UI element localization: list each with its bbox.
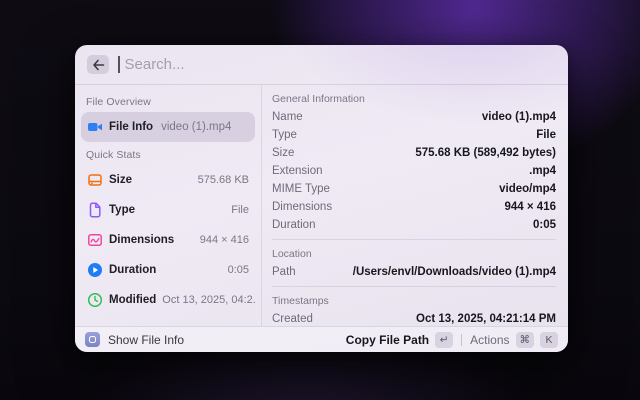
play-circle-icon [87,262,103,278]
sidebar-section-title: File Overview [86,96,251,108]
detail-label: Size [272,147,294,159]
detail-section-title: Location [272,245,556,263]
stat-value: 575.68 KB [198,174,249,186]
detail-row-extension: Extension .mp4 [272,162,556,180]
stat-label: Dimensions [109,234,174,246]
detail-section-title: Timestamps [272,292,556,310]
command-title: Show File Info [108,333,184,347]
detail-value: /Users/envl/Downloads/video (1).mp4 [353,266,556,278]
sidebar-section-title: Quick Stats [86,149,251,161]
footer-divider [461,334,462,346]
actions-button[interactable]: Actions [470,333,509,347]
stat-value: File [231,204,249,216]
cmd-keycap[interactable]: ⌘ [516,332,535,348]
detail-value: video (1).mp4 [482,111,556,123]
search-bar [75,45,568,85]
detail-value: 944 × 416 [505,201,556,213]
sidebar-item-modified[interactable]: Modified Oct 13, 2025, 04:2... [81,285,255,315]
section-divider [272,286,556,287]
detail-row-created: Created Oct 13, 2025, 04:21:14 PM [272,310,556,326]
sidebar-item-size[interactable]: Size 575.68 KB [81,165,255,195]
detail-value: File [536,129,556,141]
sidebar-item-filename: video (1).mp4 [161,121,231,133]
launcher-window: File Overview File Info video (1).mp4 Qu… [75,45,568,352]
stat-value: 0:05 [228,264,249,276]
detail-value: .mp4 [529,165,556,177]
detail-row-name: Name video (1).mp4 [272,108,556,126]
k-keycap[interactable]: K [540,332,558,348]
detail-value: 575.68 KB (589,492 bytes) [415,147,556,159]
detail-row-type: Type File [272,126,556,144]
detail-label: Dimensions [272,201,332,213]
detail-label: Created [272,313,313,325]
extension-icon [85,332,100,347]
detail-value: video/mp4 [499,183,556,195]
footer-actions: Copy File Path ↵ Actions ⌘ K [346,332,558,348]
arrow-left-icon [92,59,105,71]
stat-label: Size [109,174,132,186]
search-input[interactable] [125,56,557,73]
detail-row-size: Size 575.68 KB (589,492 bytes) [272,144,556,162]
detail-row-mime-type: MIME Type video/mp4 [272,180,556,198]
stat-label: Duration [109,264,156,276]
stat-value: 944 × 416 [200,234,249,246]
detail-label: Duration [272,219,315,231]
sidebar-item-label: File Info [109,121,153,133]
stat-label: Type [109,204,135,216]
detail-label: Name [272,111,303,123]
detail-row-dimensions: Dimensions 944 × 416 [272,198,556,216]
copy-file-path-button[interactable]: Copy File Path [346,333,429,347]
sidebar-item-duration[interactable]: Duration 0:05 [81,255,255,285]
stat-value: Oct 13, 2025, 04:2... [162,294,255,306]
sidebar-item-file-info[interactable]: File Info video (1).mp4 [81,112,255,142]
detail-label: Path [272,266,296,278]
action-bar: Show File Info Copy File Path ↵ Actions … [75,326,568,352]
detail-label: MIME Type [272,183,330,195]
detail-row-path: Path /Users/envl/Downloads/video (1).mp4 [272,263,556,281]
stat-label: Modified [109,294,156,306]
video-camera-icon [87,119,103,135]
detail-value: Oct 13, 2025, 04:21:14 PM [416,313,556,325]
text-caret [118,56,120,73]
sidebar-item-dimensions[interactable]: Dimensions 944 × 416 [81,225,255,255]
detail-row-duration: Duration 0:05 [272,216,556,234]
sidebar-item-type[interactable]: Type File [81,195,255,225]
back-button[interactable] [87,55,109,74]
sidebar: File Overview File Info video (1).mp4 Qu… [75,85,262,326]
drive-icon [87,172,103,188]
detail-label: Type [272,129,297,141]
clock-icon [87,292,103,308]
detail-section-title: General Information [272,90,556,108]
section-divider [272,239,556,240]
image-icon [87,232,103,248]
document-icon [87,202,103,218]
return-keycap[interactable]: ↵ [435,332,453,348]
detail-panel: General Information Name video (1).mp4 T… [262,85,568,326]
detail-value: 0:05 [533,219,556,231]
window-body: File Overview File Info video (1).mp4 Qu… [75,85,568,326]
detail-label: Extension [272,165,323,177]
